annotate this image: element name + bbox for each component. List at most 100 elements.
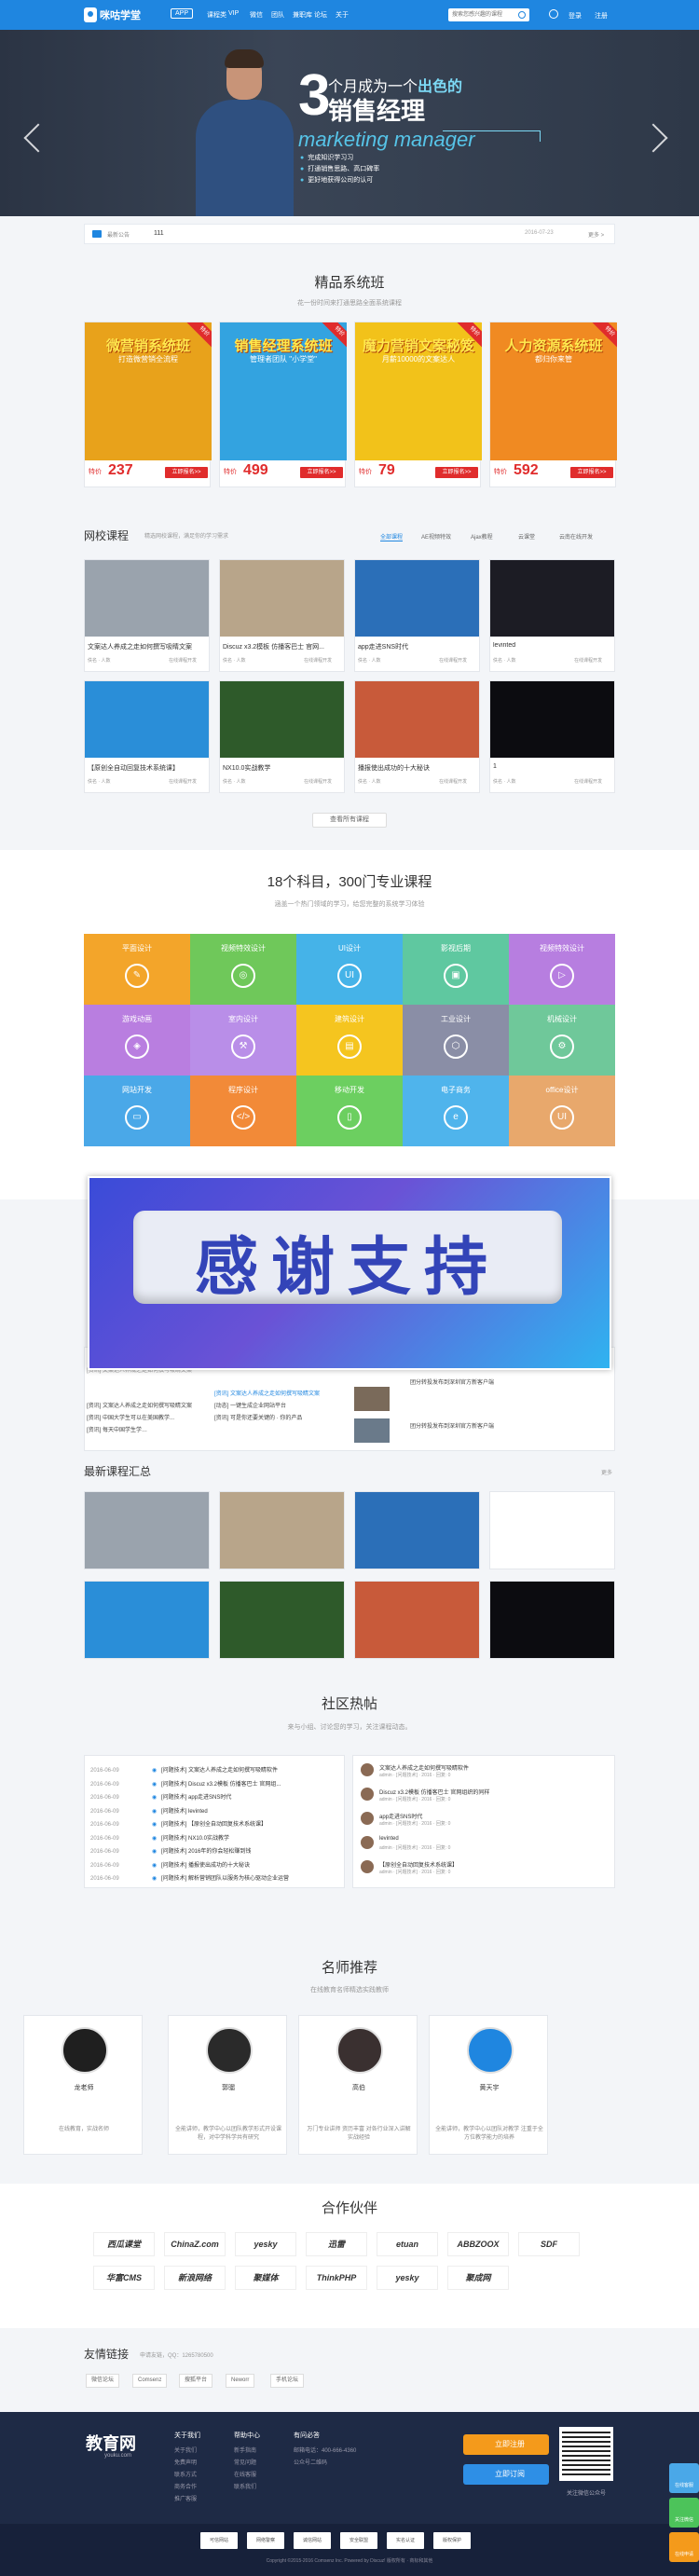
subject-tile[interactable]: office设计 UI (509, 1076, 615, 1146)
notice-more-link[interactable]: 更多 > (588, 230, 604, 239)
search-input[interactable] (448, 8, 529, 21)
tab-ae[interactable]: AE视频特效 (421, 532, 451, 541)
subject-tile[interactable]: 平面设计 ✎ (84, 934, 190, 1005)
side-wechat-button[interactable]: 关注微信 (669, 2498, 699, 2528)
latest-more-link[interactable]: 更多 (601, 1468, 612, 1476)
footer-logo[interactable]: 教育网 (86, 2431, 136, 2455)
teacher-card[interactable]: 龙老师 在线教育，实战名师 (23, 2015, 143, 2155)
news-line[interactable]: [资讯] 文案达人养成之走如何撰写吸睛文案 (87, 1401, 192, 1409)
nav-item[interactable]: 论坛 (314, 10, 336, 20)
footer-link[interactable]: 关于我们 (174, 2446, 197, 2454)
partner-logo[interactable]: 聚媒体 (235, 2266, 296, 2290)
footer-link[interactable]: 免费声明 (174, 2458, 197, 2466)
site-logo[interactable]: 咪咕学堂 (84, 6, 141, 24)
cert-badge[interactable]: 安全联盟 (340, 2532, 377, 2549)
featured-card[interactable]: 魔力营销文案秘笈 月薪10000的文案达人 特价 特价 79 立即报名>> (354, 322, 482, 487)
partner-logo[interactable]: 新浪网络 (164, 2266, 226, 2290)
teacher-card[interactable]: 黄天宇 全能讲师，教学中心以团队对教学 注重于全方位教学能力的培养 (429, 2015, 548, 2155)
friend-link[interactable]: 手机论坛 (270, 2374, 305, 2388)
subject-tile[interactable]: 游戏动画 ◈ (84, 1005, 190, 1076)
footer-link[interactable]: 联系我们 (234, 2482, 256, 2490)
course-card[interactable]: 1 佚名 · 人数 在线课程开发 (489, 680, 615, 793)
subject-tile[interactable]: 影视后期 ▣ (403, 934, 509, 1005)
side-apply-button[interactable]: 在线申请 (669, 2532, 699, 2562)
thanks-overlay[interactable]: 感谢支持 (88, 1176, 611, 1370)
subject-tile[interactable]: 室内设计 ⚒ (190, 1005, 296, 1076)
latest-course-thumb[interactable] (354, 1581, 480, 1659)
partner-logo[interactable]: 聚成网 (447, 2266, 509, 2290)
latest-course-thumb[interactable] (84, 1581, 210, 1659)
forum-row[interactable]: 2016-06-09 ◉ [问题技术] 【原创全自动回复技术系统课】 (90, 1819, 267, 1828)
course-card[interactable]: Discuz x3.2模板 仿播客巴士 官网... 佚名 · 人数 在线课程开发 (219, 559, 345, 672)
friend-link[interactable]: 微信论坛 (86, 2374, 120, 2388)
forum-row[interactable]: 2016-06-09 ◉ [问题技术] 2016年的你会轻松赚到钱 (90, 1846, 251, 1855)
course-card[interactable]: 文案达人养成之走如何撰写吸睛文案 佚名 · 人数 在线课程开发 (84, 559, 210, 672)
latest-course-thumb[interactable] (84, 1491, 210, 1569)
tab-cloud[interactable]: 云课堂 (518, 532, 535, 541)
enroll-button[interactable]: 立即报名>> (165, 467, 208, 478)
subject-tile[interactable]: 建筑设计 ▤ (296, 1005, 403, 1076)
featured-card[interactable]: 销售经理系统班 管理者团队 "小学堂" 特价 特价 499 立即报名>> (219, 322, 347, 487)
cert-badge[interactable]: 可信网站 (200, 2532, 238, 2549)
nav-item[interactable]: 关于 (336, 10, 357, 20)
prev-arrow-icon[interactable] (23, 123, 53, 153)
footer-subscribe-button[interactable]: 立即订阅 (463, 2464, 549, 2485)
cert-badge[interactable]: 版权保护 (433, 2532, 471, 2549)
enroll-button[interactable]: 立即报名>> (570, 467, 613, 478)
subject-tile[interactable]: 视频特效设计 ▷ (509, 934, 615, 1005)
search-icon[interactable] (518, 11, 526, 19)
footer-register-button[interactable]: 立即注册 (463, 2434, 549, 2455)
latest-course-thumb[interactable] (219, 1491, 345, 1569)
forum-row[interactable]: 2016-06-09 ◉ [问题技术] Discuz x3.2模板 仿播客巴士 官网… (90, 1779, 281, 1788)
footer-link[interactable]: 联系方式 (174, 2470, 197, 2478)
featured-card[interactable]: 人力资源系统班 都归你来管 特价 特价 592 立即报名>> (489, 322, 617, 487)
course-card[interactable]: 播报使出成功的十大秘诀 佚名 · 人数 在线课程开发 (354, 680, 480, 793)
friend-link[interactable]: 搜狐平台 (179, 2374, 213, 2388)
featured-card[interactable]: 微营销系统班 打造微营销全流程 特价 特价 237 立即报名>> (84, 322, 212, 487)
forum-row[interactable]: 2016-06-09 ◉ [问题技术] levinted (90, 1806, 208, 1815)
news-line[interactable]: 团分转投发布到深圳官方新客户端 (410, 1421, 494, 1430)
course-card[interactable]: NX10.0实战教学 佚名 · 人数 在线课程开发 (219, 680, 345, 793)
nav-item[interactable]: 团队 (271, 10, 293, 20)
notice-text[interactable]: 111 (154, 230, 164, 237)
nav-item[interactable]: VIP (228, 10, 250, 20)
latest-course-thumb[interactable] (219, 1581, 345, 1659)
news-thumb[interactable] (354, 1387, 390, 1411)
enroll-button[interactable]: 立即报名>> (435, 467, 478, 478)
partner-logo[interactable]: SDF (518, 2232, 580, 2256)
forum-row[interactable]: 2016-06-09 ◉ [问题技术] 解析营销团队以服务为核心驱动企业运营 (90, 1873, 289, 1882)
tab-all[interactable]: 全部课程 (380, 532, 404, 541)
footer-link[interactable]: 推广客服 (174, 2494, 197, 2502)
partner-logo[interactable]: yesky (377, 2266, 438, 2290)
footer-link[interactable]: 商务合作 (174, 2482, 197, 2490)
tab-dev[interactable]: 云南在线开发 (559, 532, 593, 541)
footer-link[interactable]: 在线客服 (234, 2470, 256, 2478)
course-card[interactable]: 【原创全自动回复技术系统课】 佚名 · 人数 在线课程开发 (84, 680, 210, 793)
footer-link[interactable]: 邮箱电话：400-666-4360 (294, 2446, 356, 2454)
footer-link[interactable]: 常见问题 (234, 2458, 256, 2466)
hero-banner[interactable]: 3 个月成为一个出色的 销售经理 marketing manager 完成知识学… (0, 30, 699, 216)
footer-link[interactable]: 新手指南 (234, 2446, 256, 2454)
user-icon[interactable] (549, 9, 558, 19)
cert-badge[interactable]: 实名认证 (387, 2532, 424, 2549)
partner-logo[interactable]: 迅雷 (306, 2232, 367, 2256)
news-line[interactable]: [资讯] 中国大学生可以在美国教学... (87, 1413, 174, 1421)
partner-logo[interactable]: yesky (235, 2232, 296, 2256)
subject-tile[interactable]: 程序设计 </> (190, 1076, 296, 1146)
forum-row[interactable]: 2016-06-09 ◉ [问题技术] app走进SNS时代 (90, 1792, 231, 1801)
register-link[interactable]: 注册 (595, 11, 608, 21)
teacher-card[interactable]: 郭骝 全能讲师，教学中心以团队教学形式开设课程，对中学科学共有研究 (168, 2015, 287, 2155)
news-thumb[interactable] (354, 1418, 390, 1443)
teacher-card[interactable]: 高伯 万门专业讲师 资历丰富 对各行业深入讲解实战经验 (298, 2015, 418, 2155)
tab-ajax[interactable]: Ajax教程 (471, 532, 493, 541)
news-line[interactable]: [动态] 一键生成企业网站平台 (214, 1401, 286, 1409)
forum-row[interactable]: 2016-06-09 ◉ [问题技术] NX10.0实战教学 (90, 1833, 229, 1842)
news-line[interactable]: [资讯] 每天中国学生学… (87, 1425, 147, 1433)
subject-tile[interactable]: 机械设计 ⚙ (509, 1005, 615, 1076)
partner-logo[interactable]: ChinaZ.com (164, 2232, 226, 2256)
subject-tile[interactable]: 移动开发 ▯ (296, 1076, 403, 1146)
nav-item[interactable]: 兼职库 (293, 10, 314, 20)
partner-logo[interactable]: ABBZOOX (447, 2232, 509, 2256)
all-courses-button[interactable]: 查看所有课程 (312, 813, 387, 828)
friend-link[interactable]: Neworr (226, 2374, 255, 2388)
